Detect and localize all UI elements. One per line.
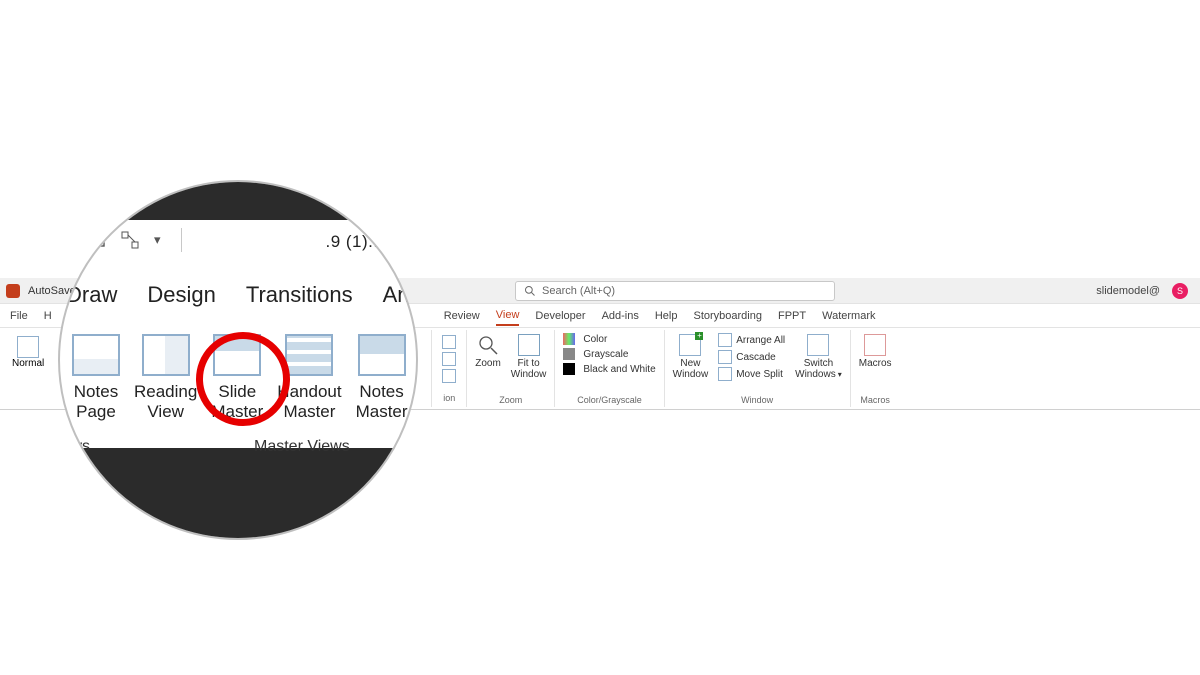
avatar[interactable]: S: [1172, 283, 1188, 299]
zoom-icon: [477, 334, 499, 356]
reading-view-button[interactable]: Reading View: [134, 334, 197, 422]
window-group-label: Window: [741, 395, 773, 405]
tab-help[interactable]: Help: [655, 310, 678, 322]
cascade-icon: [718, 350, 732, 364]
powerpoint-icon: [6, 284, 20, 298]
tab-view[interactable]: View: [496, 305, 520, 326]
user-name[interactable]: slidemodel@: [1096, 278, 1160, 304]
normal-view-icon: [17, 336, 39, 358]
reading-view-icon: [142, 334, 190, 376]
page-icon: [442, 335, 456, 349]
tab-review[interactable]: Review: [444, 310, 480, 322]
move-split-button[interactable]: Move Split: [716, 366, 787, 382]
notes-master-icon: [358, 334, 406, 376]
color-button[interactable]: Color: [561, 332, 609, 346]
master-views-group-label: Master Views: [254, 438, 350, 456]
search-input[interactable]: Search (Alt+Q): [515, 281, 835, 301]
page-icon: [442, 352, 456, 366]
slideshow-icon[interactable]: [86, 230, 106, 250]
separator: [181, 228, 182, 252]
switch-windows-button[interactable]: Switch Windows▾: [793, 332, 844, 382]
tab-transitions[interactable]: Transitions: [246, 282, 353, 308]
magnified-ribbon-buttons: Notes Page Reading View Slide Master Han…: [72, 334, 408, 422]
tab-storyboarding[interactable]: Storyboarding: [693, 310, 762, 322]
show-group-fragment: ion: [443, 393, 455, 403]
tab-design[interactable]: Design: [147, 282, 215, 308]
fit-window-icon: [518, 334, 540, 356]
tab-draw[interactable]: Draw: [66, 282, 117, 308]
move-split-icon: [718, 367, 732, 381]
tab-addins[interactable]: Add-ins: [602, 310, 639, 322]
tab-file[interactable]: File: [10, 310, 28, 322]
flow-icon[interactable]: [120, 230, 140, 250]
bw-icon: [563, 363, 575, 375]
red-highlight-circle: [196, 332, 290, 426]
zoom-button[interactable]: Zoom: [473, 332, 503, 371]
grayscale-button[interactable]: Grayscale: [561, 347, 630, 361]
switch-windows-icon: [807, 334, 829, 356]
new-window-button[interactable]: + New Window: [671, 332, 711, 382]
normal-view-label: Normal: [12, 358, 44, 369]
color-group-label: Color/Grayscale: [577, 395, 642, 405]
customize-qa-dropdown[interactable]: ▾: [154, 232, 161, 248]
normal-view-button[interactable]: Normal: [6, 332, 50, 373]
handout-master-button[interactable]: Handout Master: [277, 334, 341, 422]
magnifier-overlay: ▾ .9 (1)... ∨ Draw Design Transitions An…: [58, 180, 418, 540]
notes-page-icon: [72, 334, 120, 376]
cascade-button[interactable]: Cascade: [716, 349, 787, 365]
dark-bg-bottom: [60, 448, 416, 538]
notes-page-button[interactable]: Notes Page: [72, 334, 120, 422]
arrange-icon: [718, 333, 732, 347]
grayscale-icon: [563, 348, 575, 360]
macros-button[interactable]: Macros: [857, 332, 894, 371]
macros-group-label: Macros: [860, 395, 890, 405]
macros-icon: [864, 334, 886, 356]
slide-master-button[interactable]: Slide Master: [211, 334, 263, 422]
notes-master-button[interactable]: Notes Master: [356, 334, 408, 422]
tab-fppt[interactable]: FPPT: [778, 310, 806, 322]
dark-bg-top: [60, 182, 416, 220]
handout-master-icon: [285, 334, 333, 376]
tab-animations-fragment[interactable]: Animatio: [383, 282, 418, 308]
placeholder-option-1[interactable]: [440, 334, 458, 350]
quick-access-toolbar: ▾: [86, 228, 188, 252]
file-title-fragment: .9 (1)... ∨: [325, 232, 402, 252]
placeholder-option-2[interactable]: [440, 351, 458, 367]
page-icon: [442, 369, 456, 383]
magnified-tabs: Draw Design Transitions Animatio: [66, 282, 418, 308]
search-placeholder: Search (Alt+Q): [542, 285, 615, 297]
new-window-icon: +: [679, 334, 701, 356]
chevron-down-icon: ▾: [838, 370, 842, 379]
color-icon: [563, 333, 575, 345]
slide-master-icon: [213, 334, 261, 376]
search-icon: [524, 285, 536, 297]
show-options: [440, 334, 458, 384]
zoom-group-label: Zoom: [499, 395, 522, 405]
fit-to-window-button[interactable]: Fit to Window: [509, 332, 549, 382]
placeholder-option-3[interactable]: [440, 368, 458, 384]
black-white-button[interactable]: Black and White: [561, 362, 657, 376]
tab-watermark[interactable]: Watermark: [822, 310, 875, 322]
arrange-all-button[interactable]: Arrange All: [716, 332, 787, 348]
views-group-fragment: .ws: [66, 438, 90, 456]
tab-developer[interactable]: Developer: [535, 310, 585, 322]
tab-home-fragment[interactable]: H: [44, 310, 52, 322]
